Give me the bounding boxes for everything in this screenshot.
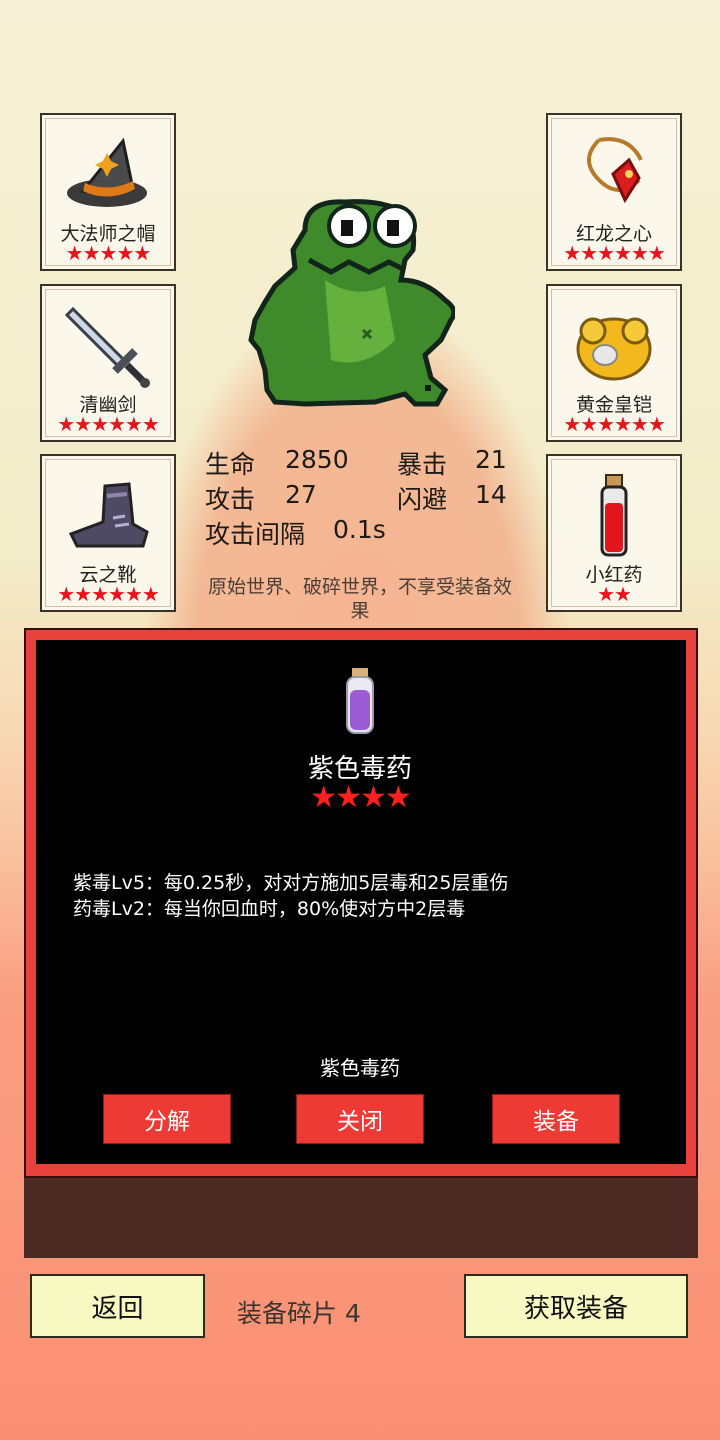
effect-line: 药毒Lv2：每当你回血时，80%使对方中2层毒	[73, 898, 466, 920]
frog-character	[245, 190, 457, 419]
equipment-stars: ★★★★★★	[563, 241, 666, 265]
crit-value: 21	[475, 445, 507, 474]
purple-potion-icon	[318, 668, 402, 742]
equipment-stars: ★★★★★	[65, 241, 152, 265]
dodge-value: 14	[475, 480, 507, 509]
item-sub-name: 紫色毒药	[320, 1056, 400, 1080]
red-potion-icon	[548, 466, 680, 566]
interval-label: 攻击间隔	[205, 520, 306, 549]
fragments-count: 装备碎片 4	[237, 1299, 361, 1328]
dodge-label: 闪避	[397, 485, 448, 514]
atk-value: 27	[285, 480, 317, 509]
world-note: 原始世界、破碎世界，不享受装备效果	[207, 576, 512, 622]
decompose-button[interactable]: 分解	[103, 1094, 231, 1144]
wizard-hat-icon	[42, 125, 174, 225]
equipment-slot-wizard-hat[interactable]: 大法师之帽 ★★★★★	[40, 113, 176, 271]
equip-button[interactable]: 装备	[492, 1094, 620, 1144]
hp-value: 2850	[285, 445, 349, 474]
inventory-strip	[24, 1178, 698, 1258]
equipment-stars: ★★★★★★	[563, 412, 666, 436]
get-equipment-button[interactable]: 获取装备	[464, 1274, 688, 1338]
equipment-slot-red-potion[interactable]: 小红药 ★★	[546, 454, 682, 612]
item-effects: 紫毒Lv5：每0.25秒，对对方施加5层毒和25层重伤 药毒Lv2：每当你回血时…	[73, 870, 509, 922]
interval-value: 0.1s	[333, 515, 386, 544]
equipment-slot-gold-armor[interactable]: 黄金皇铠 ★★★★★★	[546, 284, 682, 442]
sword-icon	[42, 296, 174, 396]
equipment-stars: ★★★★★★	[57, 412, 160, 436]
hp-label: 生命	[205, 450, 256, 479]
equipment-slot-red-dragon-heart[interactable]: 红龙之心 ★★★★★★	[546, 113, 682, 271]
equipment-slot-sword[interactable]: 清幽剑 ★★★★★★	[40, 284, 176, 442]
gold-armor-icon	[548, 296, 680, 396]
equipment-stars: ★★	[597, 582, 632, 606]
back-button[interactable]: 返回	[30, 1274, 205, 1338]
atk-label: 攻击	[205, 485, 256, 514]
close-button[interactable]: 关闭	[296, 1094, 424, 1144]
crit-label: 暴击	[397, 450, 448, 479]
boot-icon	[42, 466, 174, 566]
red-amulet-icon	[548, 125, 680, 225]
equipment-stars: ★★★★★★	[57, 582, 160, 606]
item-stars: ★★★★	[310, 780, 412, 815]
effect-line: 紫毒Lv5：每0.25秒，对对方施加5层毒和25层重伤	[73, 872, 509, 894]
equipment-slot-boots[interactable]: 云之靴 ★★★★★★	[40, 454, 176, 612]
